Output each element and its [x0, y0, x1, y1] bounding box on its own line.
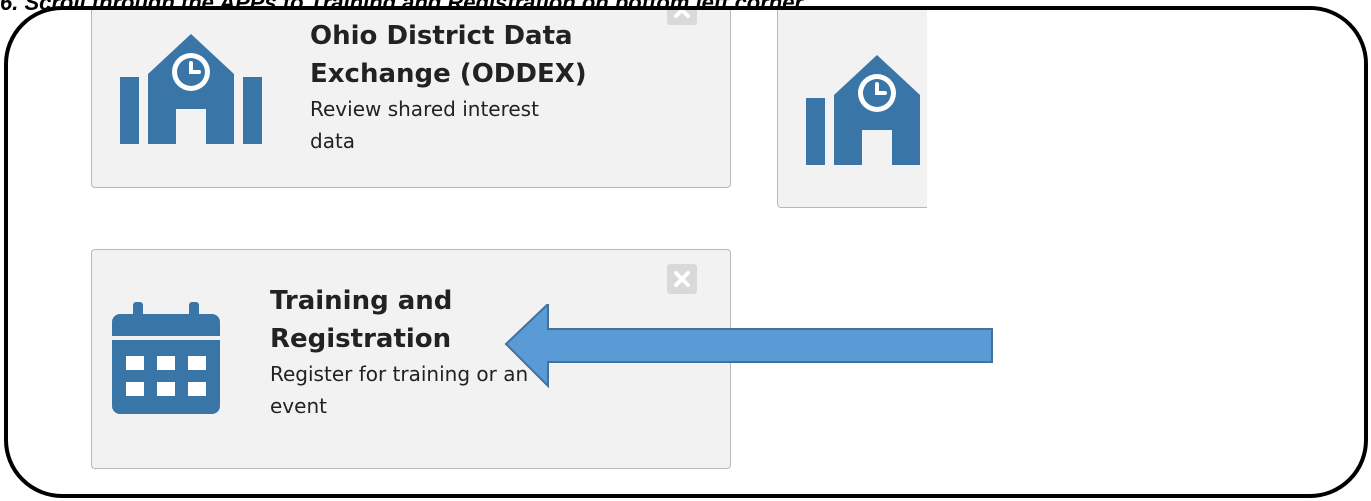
school-building-icon	[120, 34, 262, 148]
arrow-left-icon	[504, 304, 993, 389]
close-button[interactable]	[667, 264, 697, 294]
tile-title-line2: Registration	[270, 324, 452, 354]
tile-description-line2: event	[270, 394, 327, 418]
tile-crop-mask	[927, 10, 1364, 210]
highlight-frame: Ohio District Data Exchange (ODDEX) Revi…	[4, 6, 1368, 498]
app-tile-partial[interactable]	[777, 10, 937, 208]
tile-description-line1: Review shared interest	[310, 97, 539, 121]
tile-text: Training and Registration Register for t…	[270, 282, 528, 422]
tile-title-line1: Ohio District Data	[310, 21, 573, 51]
tile-description-line2: data	[310, 129, 356, 153]
close-icon	[674, 271, 690, 287]
close-button[interactable]	[667, 10, 697, 25]
tile-title-line2: Exchange (ODDEX)	[310, 59, 587, 89]
close-icon	[674, 10, 690, 18]
tile-description-line1: Register for training or an	[270, 362, 529, 386]
tile-text: Ohio District Data Exchange (ODDEX) Revi…	[310, 17, 587, 157]
tile-title-line1: Training and	[270, 286, 453, 316]
app-tile-oddex[interactable]: Ohio District Data Exchange (ODDEX) Revi…	[91, 10, 731, 188]
calendar-icon	[112, 302, 220, 418]
screenshot-root: 6. Scroll through the APPs to Training a…	[0, 0, 1371, 501]
school-building-icon	[806, 55, 937, 169]
